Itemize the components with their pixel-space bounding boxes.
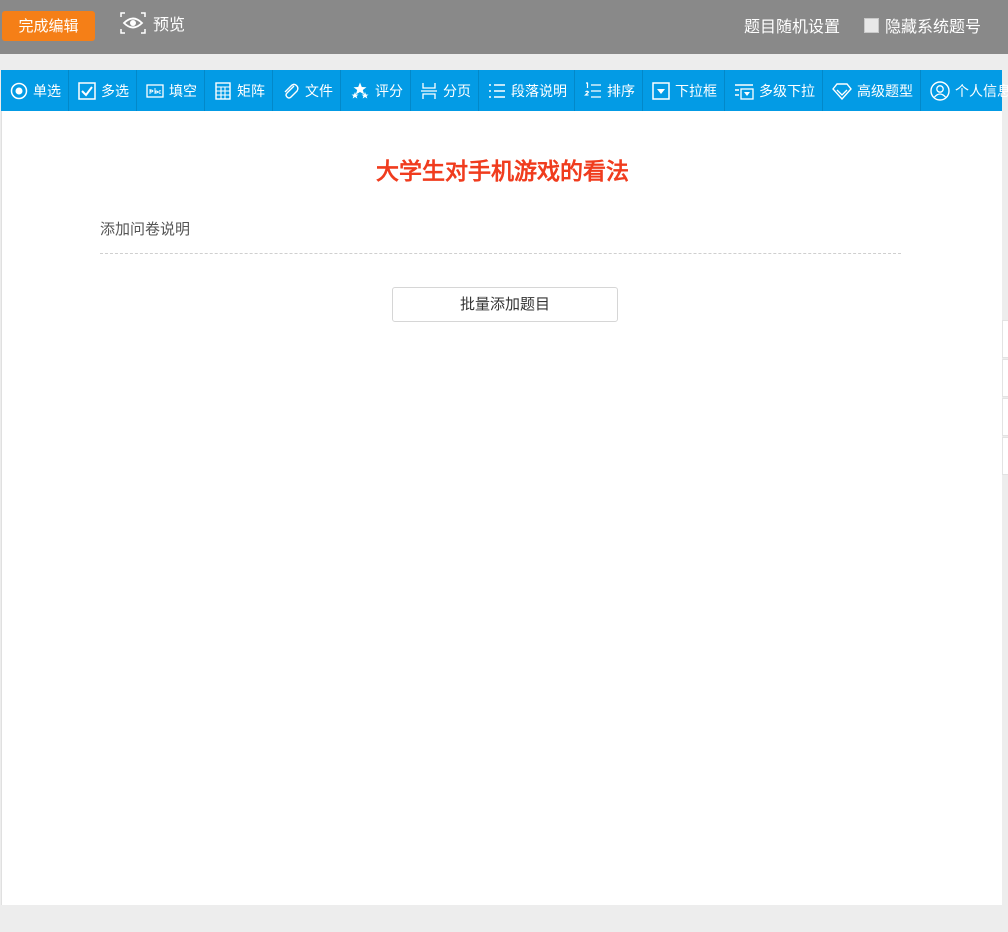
tool-label: 多选 bbox=[101, 83, 129, 100]
dropdown-icon bbox=[652, 81, 670, 100]
tool-label: 填空 bbox=[169, 83, 197, 100]
tool-personal-info[interactable]: 个人信息 bbox=[921, 70, 1008, 111]
matrix-icon bbox=[215, 81, 231, 100]
page-break-icon bbox=[421, 82, 437, 99]
sort-icon bbox=[584, 81, 601, 98]
tool-label: 段落说明 bbox=[511, 83, 567, 100]
tool-label: 文件 bbox=[305, 83, 333, 100]
tool-multi-dropdown[interactable]: 多级下拉 bbox=[725, 70, 823, 111]
divider bbox=[100, 253, 901, 254]
question-type-toolbar: 单选 多选 填空 矩阵 文件 评分 分页 段落说明 排序 下拉框 多级下拉 高级… bbox=[1, 70, 1008, 111]
tool-multiple-choice[interactable]: 多选 bbox=[69, 70, 137, 111]
tool-matrix[interactable]: 矩阵 bbox=[205, 70, 273, 111]
tool-dropdown[interactable]: 下拉框 bbox=[643, 70, 725, 111]
side-tab[interactable] bbox=[1002, 320, 1008, 358]
checkbox-icon bbox=[78, 81, 96, 100]
survey-canvas: 大学生对手机游戏的看法 添加问卷说明 批量添加题目 bbox=[1, 111, 1002, 905]
preview-label: 预览 bbox=[153, 15, 186, 34]
survey-description-placeholder[interactable]: 添加问卷说明 bbox=[100, 218, 190, 239]
tool-label: 评分 bbox=[375, 83, 403, 100]
tool-paragraph[interactable]: 段落说明 bbox=[479, 70, 575, 111]
tool-label: 矩阵 bbox=[237, 83, 265, 100]
hide-number-checkbox[interactable] bbox=[864, 17, 879, 33]
finish-edit-button[interactable]: 完成编辑 bbox=[2, 11, 95, 41]
side-tab[interactable] bbox=[1002, 359, 1008, 397]
preview-button[interactable]: 预览 bbox=[120, 10, 185, 36]
tool-label: 下拉框 bbox=[675, 83, 717, 100]
tool-label: 分页 bbox=[443, 83, 471, 100]
tool-label: 单选 bbox=[33, 83, 61, 100]
paragraph-icon bbox=[489, 83, 505, 98]
top-bar: 完成编辑 预览 题目随机设置 隐藏系统题号 bbox=[0, 0, 1008, 54]
radio-icon bbox=[10, 82, 28, 99]
hide-number-toggle[interactable]: 隐藏系统题号 bbox=[864, 13, 981, 37]
tool-label: 个人信息 bbox=[955, 83, 1008, 100]
paperclip-icon bbox=[284, 83, 299, 99]
tool-rating[interactable]: 评分 bbox=[341, 70, 411, 111]
tool-fill-blank[interactable]: 填空 bbox=[137, 70, 205, 111]
side-tab[interactable] bbox=[1002, 398, 1008, 436]
tool-page-break[interactable]: 分页 bbox=[411, 70, 479, 111]
eye-icon bbox=[120, 12, 146, 34]
survey-title[interactable]: 大学生对手机游戏的看法 bbox=[2, 152, 1003, 186]
tool-label: 高级题型 bbox=[857, 83, 913, 100]
tool-sort[interactable]: 排序 bbox=[575, 70, 643, 111]
tool-label: 排序 bbox=[607, 83, 635, 100]
multi-dropdown-icon bbox=[735, 83, 754, 100]
user-icon bbox=[930, 80, 950, 101]
hide-number-label: 隐藏系统题号 bbox=[885, 17, 982, 36]
tool-advanced[interactable]: 高级题型 bbox=[823, 70, 921, 111]
side-tab[interactable] bbox=[1002, 437, 1008, 475]
tool-label: 多级下拉 bbox=[759, 83, 815, 100]
fill-blank-icon bbox=[146, 83, 164, 98]
tool-file[interactable]: 文件 bbox=[273, 70, 341, 111]
diamond-icon bbox=[832, 82, 852, 100]
random-setting-link[interactable]: 题目随机设置 bbox=[744, 13, 840, 37]
batch-add-questions-button[interactable]: 批量添加题目 bbox=[392, 287, 618, 322]
stars-icon bbox=[351, 82, 369, 98]
tool-single-choice[interactable]: 单选 bbox=[1, 70, 69, 111]
